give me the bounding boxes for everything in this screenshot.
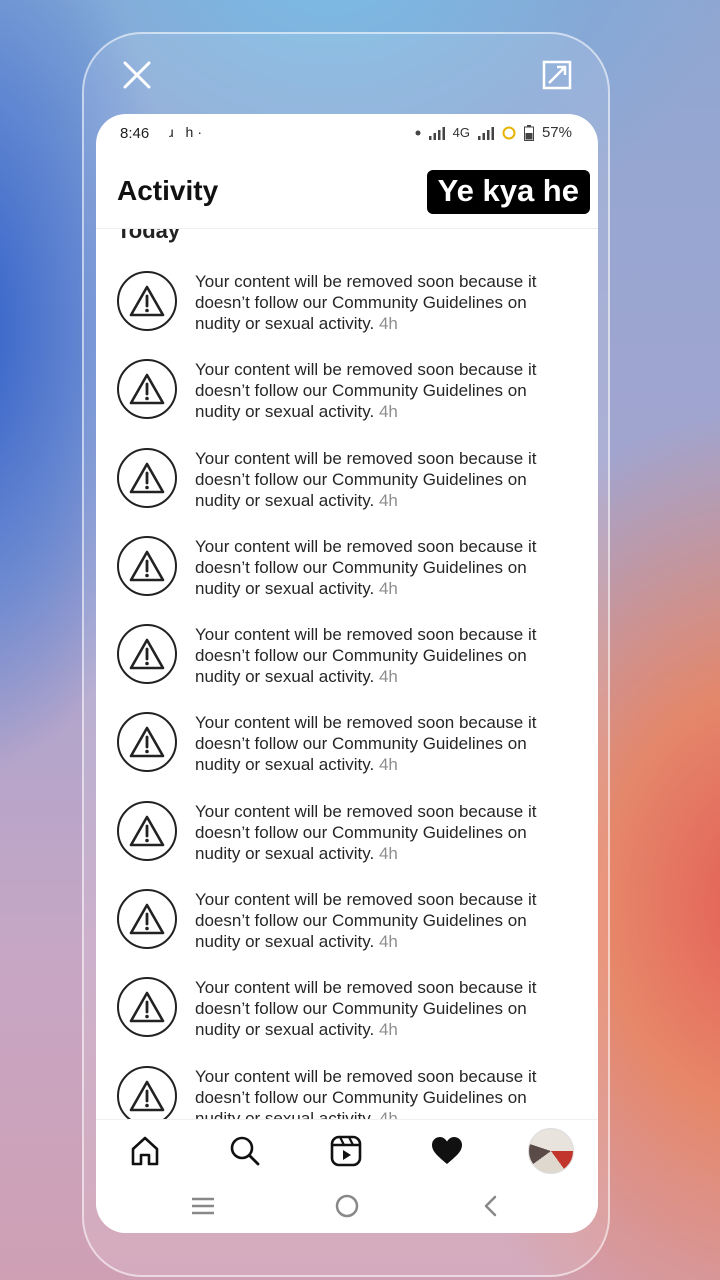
- notification-message: Your content will be removed soon becaus…: [195, 448, 537, 510]
- signal-icon: [428, 126, 445, 140]
- reels-icon: [330, 1135, 362, 1167]
- warning-avatar: [117, 535, 177, 596]
- heart-icon: [432, 1137, 462, 1164]
- warning-icon: [129, 992, 165, 1023]
- notification-item[interactable]: Your content will be removed soon becaus…: [96, 800, 598, 889]
- system-back-button[interactable]: [476, 1191, 506, 1221]
- notification-message: Your content will be removed soon becaus…: [195, 360, 537, 422]
- section-label-today: Today: [117, 229, 181, 243]
- status-time: 8:46: [120, 125, 150, 142]
- warning-avatar: [117, 977, 177, 1038]
- notification-text-block: Your content will be removed soon becaus…: [195, 977, 575, 1040]
- notification-message: Your content will be removed soon becaus…: [195, 890, 537, 952]
- nav-reels-button[interactable]: [329, 1134, 363, 1168]
- warning-avatar: [117, 271, 177, 331]
- warning-icon: [129, 550, 165, 582]
- system-home-button[interactable]: [332, 1191, 362, 1221]
- warning-avatar: [117, 712, 177, 773]
- warning-icon: [129, 1080, 165, 1111]
- warning-icon: [129, 462, 165, 493]
- back-icon: [484, 1195, 497, 1217]
- notification-message: Your content will be removed soon becaus…: [195, 536, 537, 598]
- expand-icon: [542, 60, 572, 90]
- notification-item[interactable]: Your content will be removed soon becaus…: [96, 889, 598, 977]
- notification-time: 4h: [378, 755, 398, 775]
- notification-text-block: Your content will be removed soon becaus…: [195, 448, 575, 511]
- warning-icon: [129, 903, 165, 935]
- nav-activity-button[interactable]: [430, 1134, 464, 1168]
- battery-percent: 57%: [541, 124, 572, 141]
- warning-icon: [129, 285, 165, 317]
- notification-time: 4h: [378, 314, 398, 333]
- notification-text-block: Your content will be removed soon becaus…: [195, 271, 575, 334]
- notification-item[interactable]: Your content will be removed soon becaus…: [96, 1065, 598, 1119]
- warning-icon: [129, 815, 165, 847]
- home-icon: [131, 1136, 159, 1166]
- warning-avatar: [117, 800, 177, 861]
- nav-home-button[interactable]: [128, 1134, 162, 1168]
- notification-message: Your content will be removed soon becaus…: [195, 1066, 537, 1119]
- warning-icon: [129, 727, 165, 758]
- battery-icon: [523, 124, 534, 141]
- dot-icon: [415, 130, 421, 135]
- notification-text-block: Your content will be removed soon becaus…: [195, 712, 575, 775]
- nav-search-button[interactable]: [228, 1134, 262, 1168]
- home-circle-icon: [335, 1194, 359, 1218]
- notification-message: Your content will be removed soon becaus…: [195, 978, 537, 1040]
- close-icon: [123, 61, 151, 89]
- notification-time: 4h: [378, 402, 398, 422]
- notification-message: Your content will be removed soon becaus…: [195, 625, 537, 687]
- page-title: Activity: [117, 175, 219, 206]
- search-icon: [230, 1136, 260, 1166]
- notification-text-block: Your content will be removed soon becaus…: [195, 536, 575, 599]
- expand-button[interactable]: [540, 58, 574, 92]
- notification-item[interactable]: Your content will be removed soon becaus…: [96, 447, 598, 536]
- caption-sticker: Ye kya he: [426, 170, 590, 214]
- nav-profile-avatar[interactable]: [528, 1128, 574, 1174]
- notification-text-block: Your content will be removed soon becaus…: [195, 889, 575, 952]
- notification-item[interactable]: Your content will be removed soon becaus…: [96, 712, 598, 800]
- warning-avatar: [117, 624, 177, 685]
- notification-item[interactable]: Your content will be removed soon becaus…: [96, 624, 598, 712]
- recents-icon: [192, 1197, 214, 1215]
- activity-header: Activity Ye kya he: [96, 154, 598, 229]
- warning-avatar: [117, 1065, 177, 1119]
- notification-text-block: Your content will be removed soon becaus…: [195, 624, 575, 687]
- status-bar: 8:46 ɹ h· 4G 57%: [96, 114, 598, 154]
- notification-item[interactable]: Your content will be removed soon becaus…: [96, 271, 598, 359]
- notification-item[interactable]: Your content will be removed soon becaus…: [96, 977, 598, 1065]
- notification-message: Your content will be removed soon becaus…: [195, 272, 537, 333]
- signal-icon-2: [477, 126, 494, 140]
- warning-avatar: [117, 359, 177, 420]
- notification-message: Your content will be removed soon becaus…: [195, 801, 537, 863]
- notification-time: 4h: [378, 1108, 398, 1119]
- bottom-navigation: [96, 1119, 598, 1182]
- close-button[interactable]: [120, 58, 154, 92]
- network-type: 4G: [452, 125, 470, 140]
- recents-button[interactable]: [188, 1191, 218, 1221]
- data-saver-icon: [502, 126, 516, 139]
- notification-item[interactable]: Your content will be removed soon becaus…: [96, 359, 598, 447]
- notification-item[interactable]: Your content will be removed soon becaus…: [96, 535, 598, 624]
- notification-message: Your content will be removed soon becaus…: [195, 713, 537, 775]
- notification-time: 4h: [378, 490, 398, 510]
- status-notification-icons: ɹ h·: [169, 124, 206, 140]
- warning-icon: [129, 373, 165, 405]
- notification-time: 4h: [378, 932, 398, 952]
- notification-time: 4h: [378, 667, 398, 687]
- status-right-group: 4G 57%: [415, 124, 572, 141]
- system-navigation-bar: [96, 1181, 598, 1233]
- warning-icon: [129, 638, 165, 670]
- warning-avatar: [117, 447, 177, 508]
- notification-text-block: Your content will be removed soon becaus…: [195, 801, 575, 864]
- activity-feed[interactable]: Today Your content will be removed soon …: [96, 229, 598, 1119]
- notification-text-block: Your content will be removed soon becaus…: [195, 359, 575, 422]
- notification-time: 4h: [378, 578, 398, 598]
- notification-list: Your content will be removed soon becaus…: [96, 271, 598, 1119]
- phone-screen: 8:46 ɹ h· 4G 57% Activity Ye kya he Toda…: [96, 114, 598, 1233]
- notification-time: 4h: [378, 1020, 398, 1040]
- notification-time: 4h: [378, 843, 398, 863]
- warning-avatar: [117, 889, 177, 950]
- notification-text-block: Your content will be removed soon becaus…: [195, 1066, 575, 1119]
